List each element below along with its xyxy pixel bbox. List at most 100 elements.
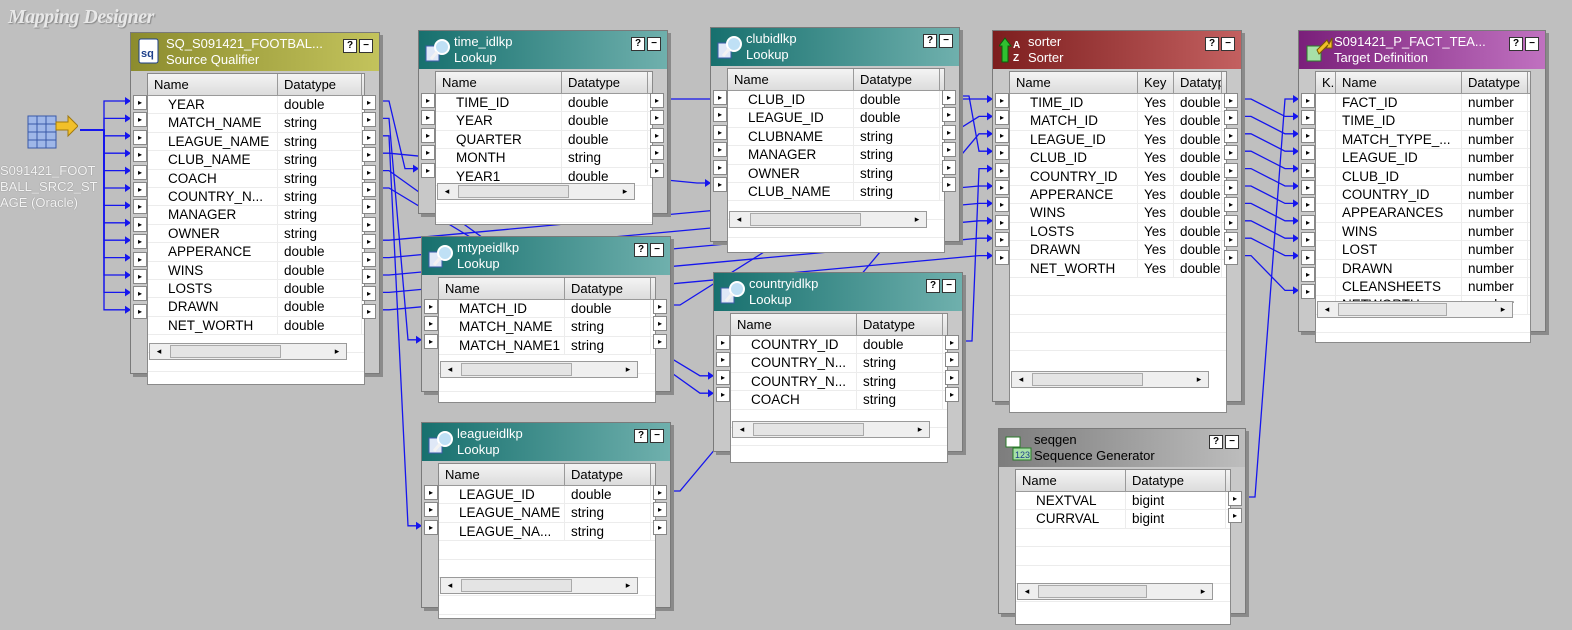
output-port[interactable]: ▸ bbox=[1224, 162, 1238, 178]
minimize-button[interactable]: − bbox=[650, 429, 664, 443]
horizontal-scrollbar[interactable]: ◂ ▸ bbox=[149, 343, 347, 360]
input-port[interactable]: ▸ bbox=[133, 234, 147, 250]
column-header[interactable]: Name bbox=[436, 72, 562, 93]
port-row[interactable]: CLUB_NAME string bbox=[148, 151, 364, 170]
output-port[interactable]: ▸ bbox=[362, 182, 376, 197]
output-port[interactable]: ▸ bbox=[653, 316, 667, 332]
port-row[interactable]: MANAGER string bbox=[728, 146, 944, 165]
port-row[interactable]: MATCH_TYPE_... number bbox=[1316, 130, 1530, 150]
column-header[interactable]: Datatype bbox=[565, 278, 651, 299]
port-row[interactable]: TIME_ID double bbox=[436, 94, 652, 113]
horizontal-scrollbar[interactable]: ◂ ▸ bbox=[1011, 371, 1209, 388]
port-row[interactable]: CLUB_ID double bbox=[728, 91, 944, 110]
input-port[interactable]: ▸ bbox=[424, 485, 438, 500]
output-port[interactable]: ▸ bbox=[1224, 197, 1238, 213]
port-row[interactable]: CLEANSHEETS number bbox=[1316, 277, 1530, 297]
input-port[interactable]: ▸ bbox=[133, 251, 147, 267]
input-port[interactable]: ▸ bbox=[1301, 110, 1315, 126]
output-port[interactable]: ▸ bbox=[942, 142, 956, 158]
port-row[interactable]: QUARTER double bbox=[436, 130, 652, 150]
transform-header[interactable]: 123 seqgen Sequence Generator ? − bbox=[999, 429, 1245, 467]
scroll-left-icon[interactable]: ◂ bbox=[443, 578, 457, 593]
port-link[interactable] bbox=[1239, 254, 1299, 292]
port-row[interactable]: LEAGUE_NAME string bbox=[439, 504, 655, 523]
port-row[interactable]: COUNTRY_ID Yes double bbox=[1010, 167, 1226, 186]
column-header[interactable]: Name bbox=[1010, 72, 1138, 93]
port-link[interactable] bbox=[377, 117, 422, 341]
minimize-button[interactable]: − bbox=[939, 34, 953, 48]
input-port[interactable]: ▸ bbox=[133, 269, 147, 284]
input-port[interactable]: ▸ bbox=[133, 112, 147, 128]
scroll-right-icon[interactable]: ▸ bbox=[910, 212, 924, 227]
port-row[interactable]: TIME_ID Yes double bbox=[1010, 94, 1226, 113]
input-port[interactable]: ▸ bbox=[421, 127, 435, 143]
output-port[interactable]: ▸ bbox=[942, 90, 956, 105]
column-header[interactable]: Datatype bbox=[1174, 72, 1222, 93]
source-table-icon[interactable] bbox=[26, 106, 79, 154]
output-port[interactable]: ▸ bbox=[362, 303, 376, 319]
input-port[interactable]: ▸ bbox=[713, 124, 727, 140]
port-row[interactable]: MATCH_NAME string bbox=[148, 114, 364, 133]
input-port[interactable]: ▸ bbox=[133, 216, 147, 232]
port-link[interactable] bbox=[1239, 98, 1299, 118]
port-row[interactable]: APPERANCE double bbox=[148, 243, 364, 262]
help-button[interactable]: ? bbox=[634, 243, 648, 257]
input-port[interactable]: ▸ bbox=[1301, 180, 1315, 195]
port-row[interactable]: DRAWN Yes double bbox=[1010, 241, 1226, 260]
port-link[interactable] bbox=[1239, 115, 1299, 135]
input-port[interactable]: ▸ bbox=[995, 197, 1009, 213]
help-button[interactable]: ? bbox=[343, 39, 357, 53]
input-port[interactable]: ▸ bbox=[995, 232, 1009, 248]
port-row[interactable]: TIME_ID number bbox=[1316, 112, 1530, 131]
output-port[interactable]: ▸ bbox=[362, 234, 376, 250]
input-port[interactable]: ▸ bbox=[1301, 232, 1315, 248]
column-header[interactable]: Key bbox=[1138, 72, 1174, 93]
column-header[interactable]: Datatype bbox=[1126, 470, 1226, 491]
input-port[interactable]: ▸ bbox=[995, 249, 1009, 265]
port-link[interactable] bbox=[1239, 237, 1299, 257]
output-port[interactable]: ▸ bbox=[362, 95, 376, 110]
transform-header[interactable]: countryidlkp Lookup ? − bbox=[714, 273, 962, 311]
port-link[interactable] bbox=[80, 129, 131, 154]
transform-country[interactable]: countryidlkp Lookup ? − Name Datatype COUNT… bbox=[713, 272, 963, 463]
scroll-right-icon[interactable]: ▸ bbox=[913, 422, 927, 437]
input-port[interactable]: ▸ bbox=[713, 159, 727, 175]
column-header[interactable]: K. bbox=[1316, 72, 1336, 93]
help-button[interactable]: ? bbox=[634, 429, 648, 443]
transform-header[interactable]: leagueidlkp Lookup ? − bbox=[422, 423, 670, 461]
port-row[interactable]: DRAWN number bbox=[1316, 259, 1530, 278]
port-row[interactable]: COUNTRY_ID number bbox=[1316, 185, 1530, 205]
help-button[interactable]: ? bbox=[923, 34, 937, 48]
input-port[interactable]: ▸ bbox=[133, 199, 147, 215]
transform-target[interactable]: S091421_P_FACT_TEA... Target Definition … bbox=[1298, 30, 1546, 343]
port-row[interactable]: CURRVAL bigint bbox=[1016, 510, 1230, 529]
transform-header[interactable]: S091421_P_FACT_TEA... Target Definition … bbox=[1299, 31, 1545, 69]
port-link[interactable] bbox=[80, 129, 131, 137]
input-port[interactable]: ▸ bbox=[133, 303, 147, 319]
scroll-left-icon[interactable]: ◂ bbox=[732, 212, 746, 227]
transform-seq[interactable]: 123 seqgen Sequence Generator ? − Name Dat… bbox=[998, 428, 1246, 625]
input-port[interactable]: ▸ bbox=[424, 333, 438, 349]
input-port[interactable]: ▸ bbox=[1301, 145, 1315, 161]
port-row[interactable]: NET_WORTH double bbox=[148, 316, 364, 336]
transform-mtype[interactable]: mtypeidlkp Lookup ? − Name Datatype MATCH_I… bbox=[421, 236, 671, 403]
port-link[interactable] bbox=[1239, 202, 1299, 222]
transform-header[interactable]: time_idlkp Lookup ? − bbox=[419, 31, 667, 69]
output-port[interactable]: ▸ bbox=[653, 299, 667, 314]
output-port[interactable]: ▸ bbox=[1224, 127, 1238, 143]
scroll-left-icon[interactable]: ◂ bbox=[1014, 372, 1028, 387]
output-port[interactable]: ▸ bbox=[945, 335, 959, 350]
output-port[interactable]: ▸ bbox=[650, 127, 664, 143]
scroll-right-icon[interactable]: ▸ bbox=[1496, 302, 1510, 317]
column-header[interactable]: Name bbox=[728, 69, 854, 90]
scroll-right-icon[interactable]: ▸ bbox=[621, 578, 635, 593]
input-port[interactable]: ▸ bbox=[424, 316, 438, 332]
input-port[interactable]: ▸ bbox=[1301, 284, 1315, 300]
port-link[interactable] bbox=[1239, 167, 1299, 187]
input-port[interactable]: ▸ bbox=[421, 93, 435, 108]
input-port[interactable]: ▸ bbox=[713, 107, 727, 123]
input-port[interactable]: ▸ bbox=[424, 502, 438, 518]
port-row[interactable]: LEAGUE_ID Yes double bbox=[1010, 130, 1226, 150]
port-link[interactable] bbox=[1239, 220, 1299, 239]
help-button[interactable]: ? bbox=[1209, 435, 1223, 449]
